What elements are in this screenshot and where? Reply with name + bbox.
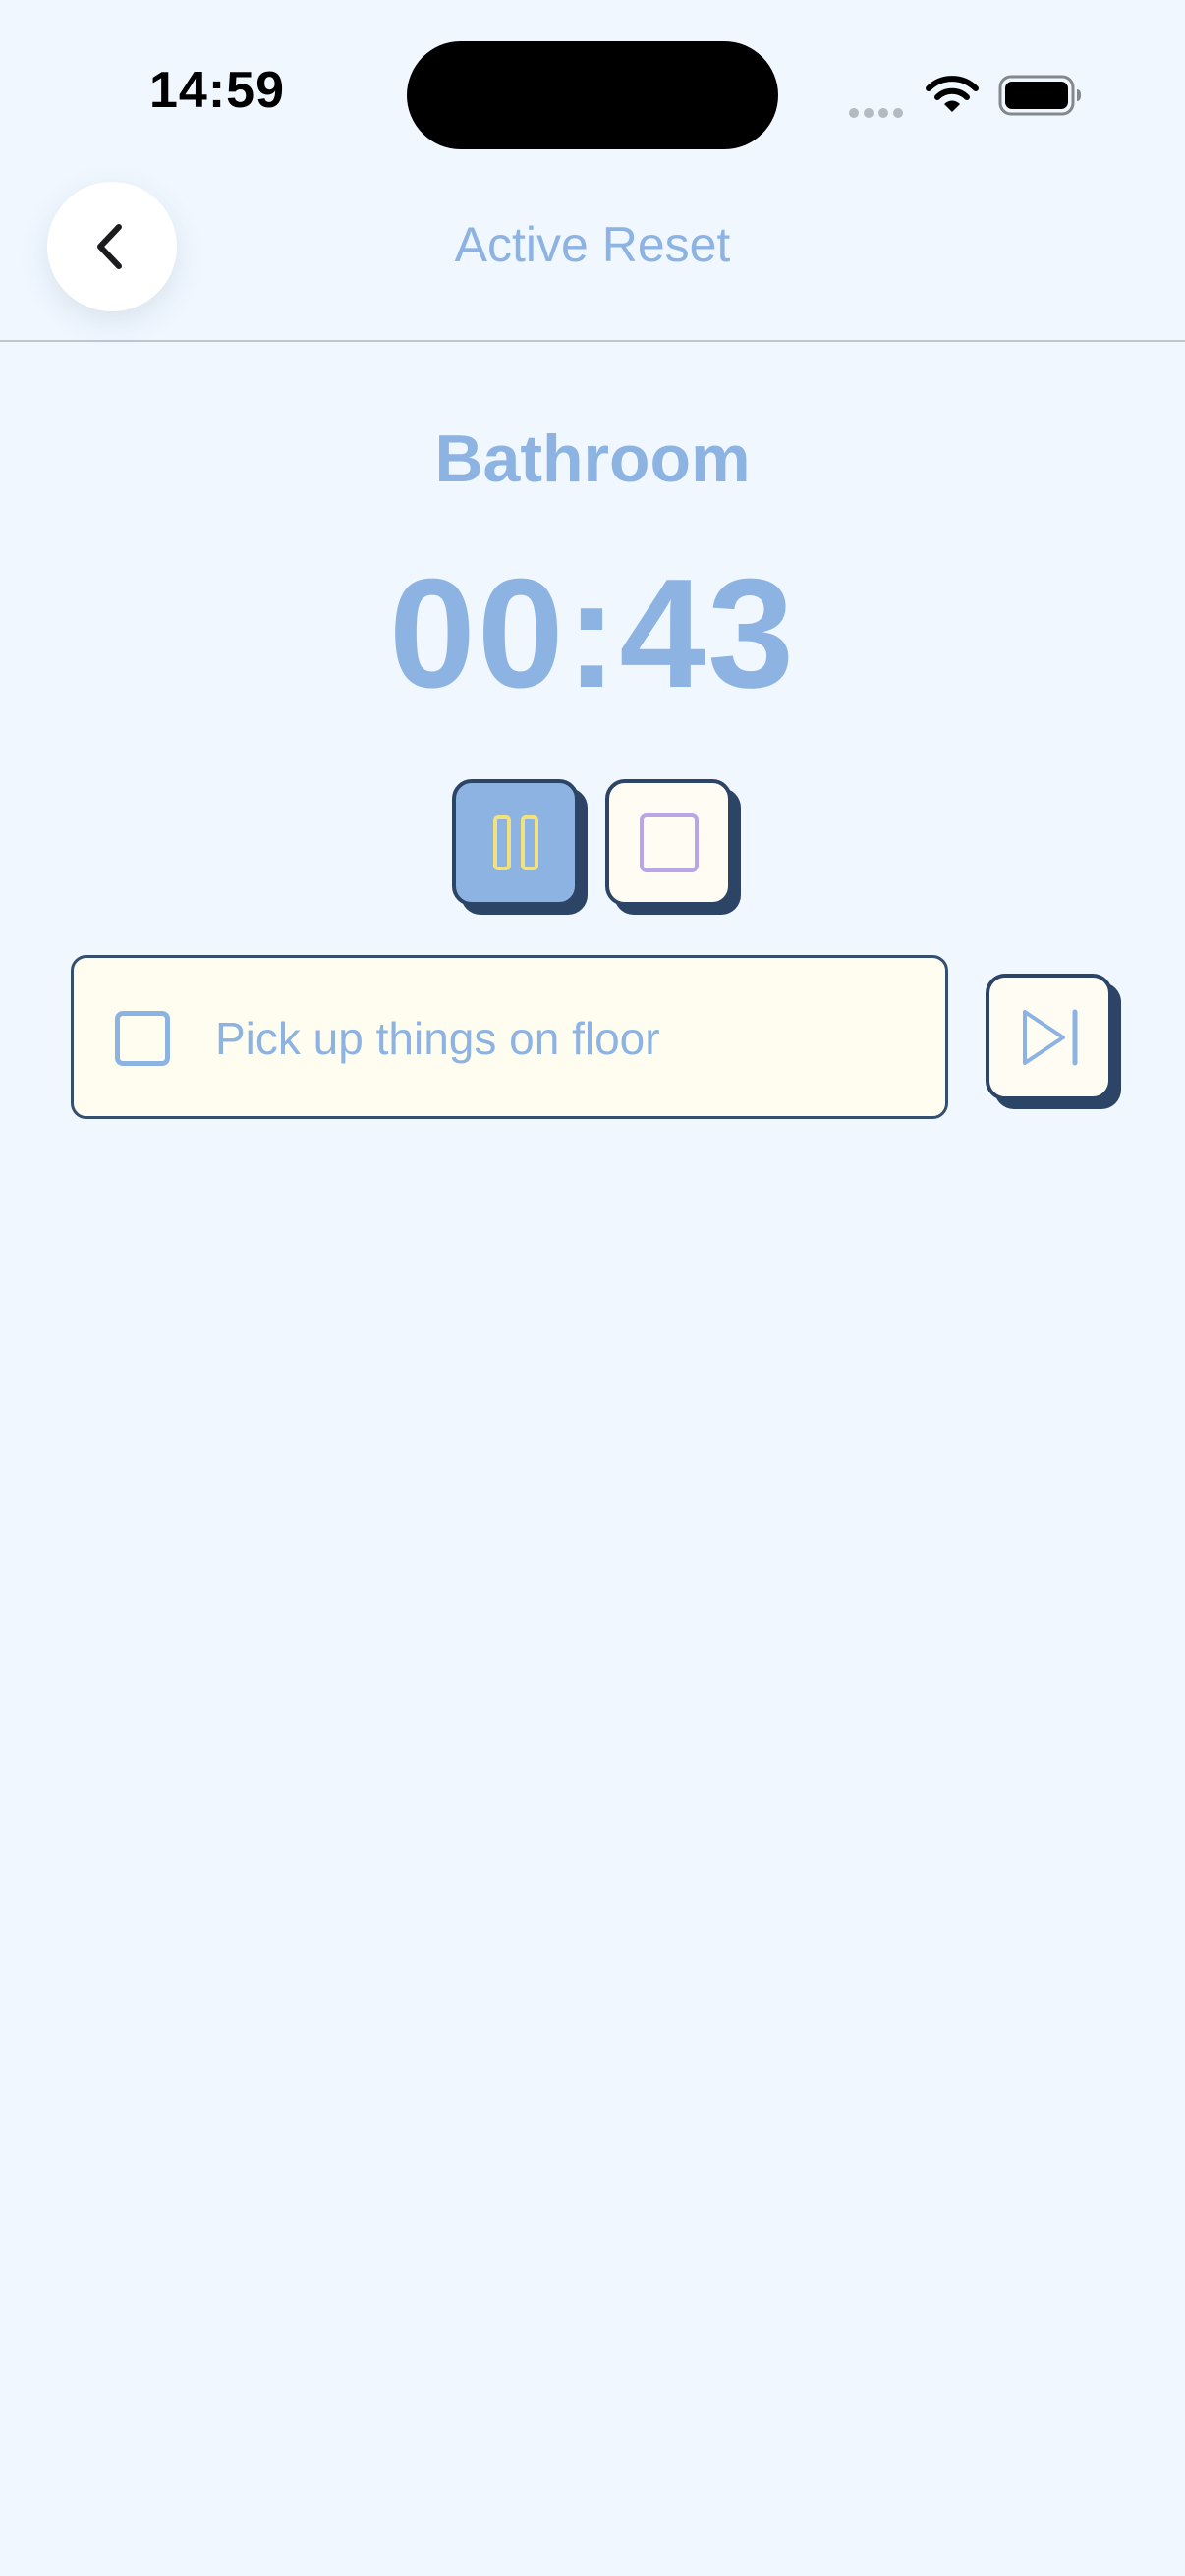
skip-button[interactable] <box>986 974 1112 1100</box>
dynamic-island <box>407 41 778 149</box>
nav-header: Active Reset <box>0 182 1185 342</box>
task-item[interactable]: Pick up things on floor <box>71 955 948 1119</box>
room-title: Bathroom <box>434 421 751 496</box>
stop-icon <box>639 812 699 872</box>
task-checkbox[interactable] <box>115 1011 170 1066</box>
pause-icon <box>492 814 538 870</box>
skip-forward-icon <box>1022 1009 1077 1065</box>
task-label: Pick up things on floor <box>215 1013 660 1064</box>
wifi-icon <box>926 76 979 112</box>
page-title: Active Reset <box>454 217 731 272</box>
status-time: 14:59 <box>149 62 285 119</box>
cellular-signal-icon <box>849 103 908 118</box>
battery-icon <box>998 75 1081 116</box>
status-bar: 14:59 <box>0 0 1185 187</box>
stop-button[interactable] <box>605 779 732 906</box>
timer-display: 00:43 <box>388 547 797 720</box>
pause-button[interactable] <box>452 779 579 906</box>
